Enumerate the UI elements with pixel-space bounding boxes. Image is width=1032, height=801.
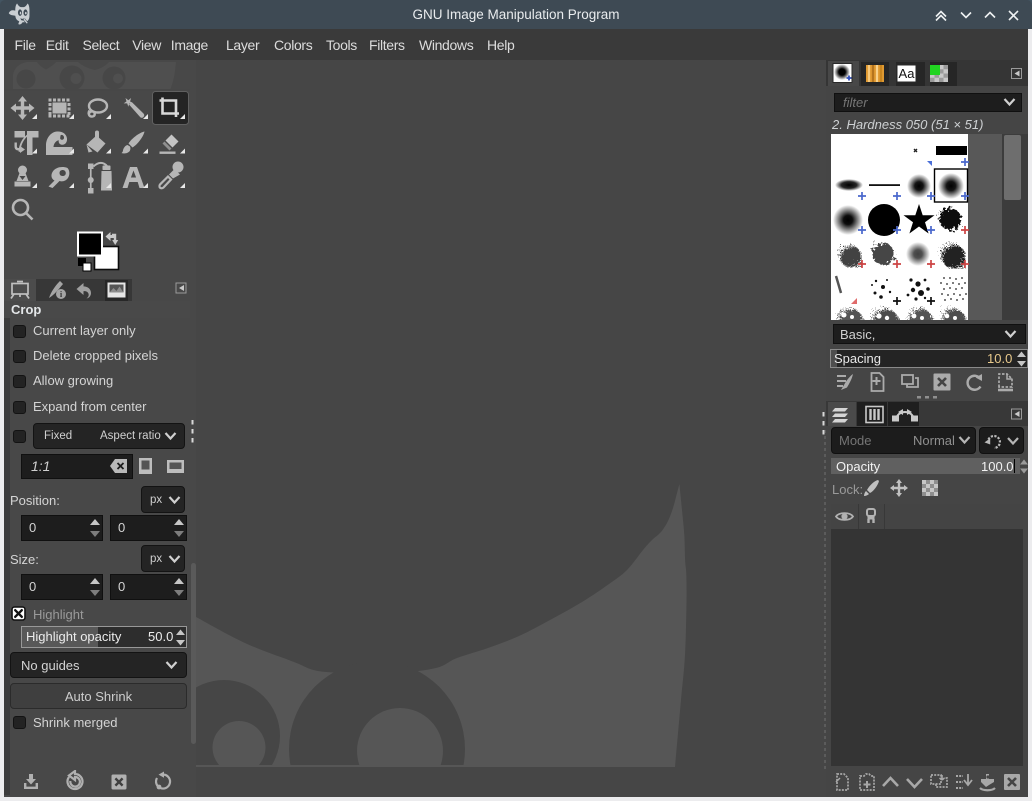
svg-text:Aa: Aa <box>899 66 916 81</box>
